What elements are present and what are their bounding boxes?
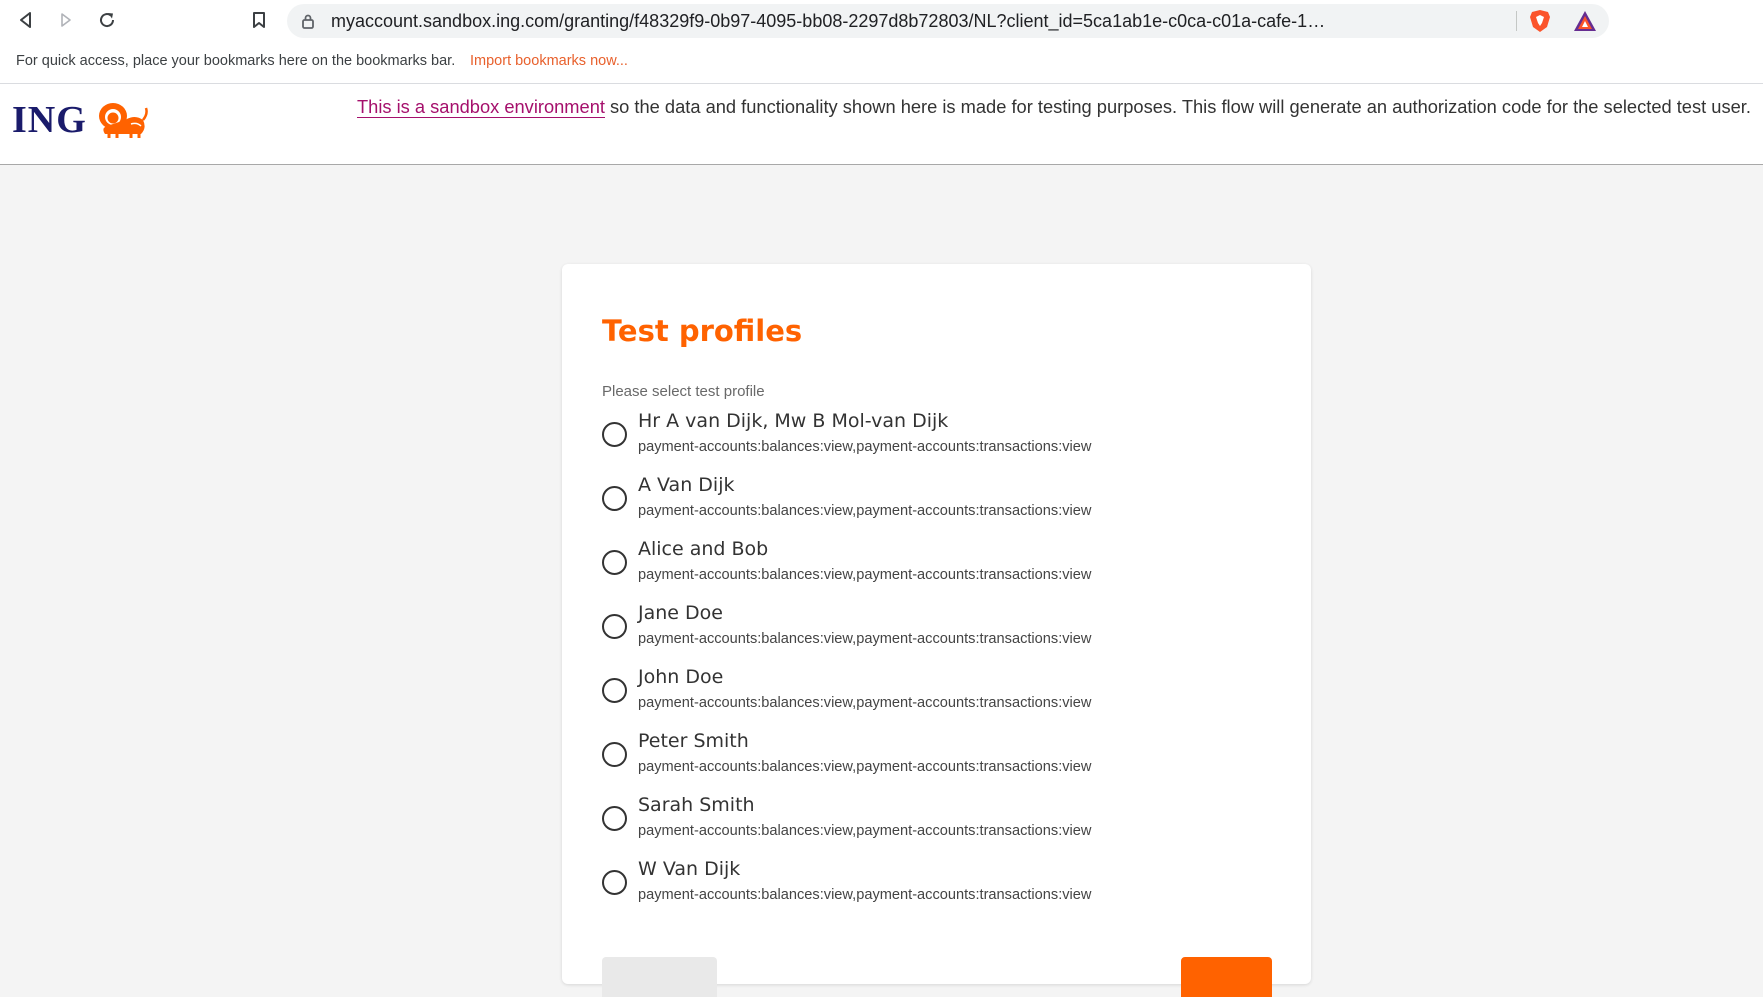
profile-name: Alice and Bob [638,538,769,560]
profile-name: Hr A van Dijk, Mw B Mol-van Dijk [638,410,949,432]
profile-option[interactable]: A Van Dijk payment-accounts:balances:vie… [602,474,1282,538]
profile-name: Jane Doe [638,602,723,624]
sandbox-notice-text: so the data and functionality shown here… [604,96,1751,117]
radio-button[interactable] [602,742,627,767]
profile-option[interactable]: Alice and Bob payment-accounts:balances:… [602,538,1282,602]
profile-scope: payment-accounts:balances:view,payment-a… [638,759,1092,775]
profile-name: A Van Dijk [638,474,735,496]
profile-option[interactable]: W Van Dijk payment-accounts:balances:vie… [602,858,1282,922]
import-bookmarks-link[interactable]: Import bookmarks now... [470,53,628,69]
back-button[interactable] [12,6,40,34]
forward-button[interactable] [52,6,80,34]
ing-logo[interactable]: ING [12,98,149,142]
radio-button[interactable] [602,486,627,511]
profile-scope: payment-accounts:balances:view,payment-a… [638,695,1092,711]
bookmark-button[interactable] [245,6,273,34]
profile-name: W Van Dijk [638,858,741,880]
radio-button[interactable] [602,550,627,575]
sandbox-notice: This is a sandbox environment so the dat… [357,96,1751,118]
profile-option[interactable]: John Doe payment-accounts:balances:view,… [602,666,1282,730]
reload-button[interactable] [93,6,121,34]
logo-text: ING [12,99,87,141]
profile-option[interactable]: Hr A van Dijk, Mw B Mol-van Dijk payment… [602,410,1282,474]
radio-button[interactable] [602,870,627,895]
reload-icon [100,13,115,28]
browser-toolbar: myaccount.sandbox.ing.com/granting/f4832… [0,0,1763,41]
profile-name: Peter Smith [638,730,749,752]
test-profiles-card: Test profiles Please select test profile… [562,264,1311,997]
brave-rewards-icon[interactable] [1573,10,1597,32]
profile-option[interactable]: Peter Smith payment-accounts:balances:vi… [602,730,1282,794]
bookmark-icon [253,12,265,28]
profile-scope: payment-accounts:balances:view,payment-a… [638,631,1092,647]
profile-scope: payment-accounts:balances:view,payment-a… [638,439,1092,455]
bookmarks-bar: For quick access, place your bookmarks h… [0,41,1763,84]
divider [1516,11,1517,31]
profile-scope: payment-accounts:balances:view,payment-a… [638,887,1092,903]
bookmarks-hint: For quick access, place your bookmarks h… [16,53,456,69]
login-button[interactable] [1181,957,1272,997]
radio-button[interactable] [602,806,627,831]
profile-scope: payment-accounts:balances:view,payment-a… [638,503,1092,519]
profile-name: John Doe [638,666,724,688]
profile-list: Hr A van Dijk, Mw B Mol-van Dijk payment… [602,410,1282,922]
profile-scope: payment-accounts:balances:view,payment-a… [638,823,1092,839]
brave-shield-icon[interactable] [1529,9,1551,33]
profile-scope: payment-accounts:balances:view,payment-a… [638,567,1092,583]
cancel-button[interactable] [602,957,717,997]
page-header: ING This is a sandbox environment so the… [0,84,1763,165]
card-subtitle: Please select test profile [602,383,765,400]
lock-icon [302,14,314,29]
profile-option[interactable]: Sarah Smith payment-accounts:balances:vi… [602,794,1282,858]
radio-button[interactable] [602,678,627,703]
radio-button[interactable] [602,422,627,447]
profile-name: Sarah Smith [638,794,755,816]
forward-icon [61,13,71,27]
profile-option[interactable]: Jane Doe payment-accounts:balances:view,… [602,602,1282,666]
back-icon [20,12,31,28]
url-text[interactable]: myaccount.sandbox.ing.com/granting/f4832… [331,11,1331,32]
sandbox-environment-link[interactable]: This is a sandbox environment [357,96,605,118]
address-bar[interactable]: myaccount.sandbox.ing.com/granting/f4832… [287,4,1609,38]
radio-button[interactable] [602,614,627,639]
lion-logo-icon [98,103,148,138]
card-title: Test profiles [602,314,803,348]
